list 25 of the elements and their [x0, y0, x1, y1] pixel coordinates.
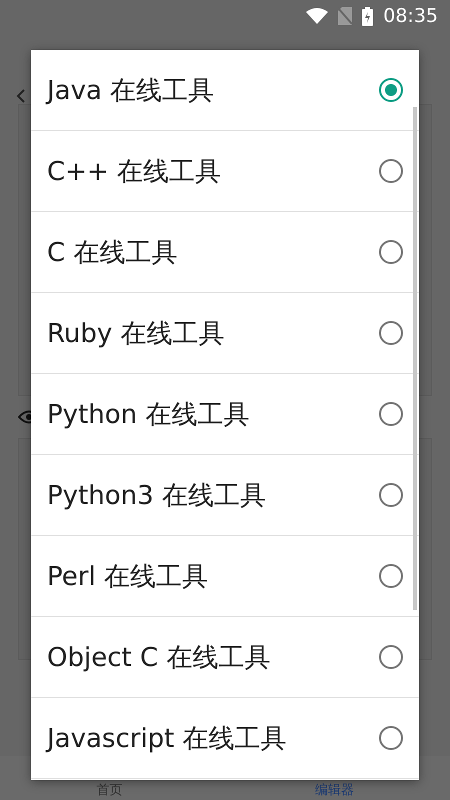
radio-button[interactable] [379, 645, 403, 669]
radio-button[interactable] [379, 726, 403, 750]
battery-charging-icon [362, 6, 374, 26]
language-option[interactable]: Object C 在线工具 [31, 617, 419, 698]
radio-button[interactable] [379, 564, 403, 588]
radio-button[interactable] [379, 240, 403, 264]
language-option[interactable]: Javascript 在线工具 [31, 698, 419, 779]
option-label: Python 在线工具 [47, 398, 250, 432]
option-label: Javascript 在线工具 [47, 722, 287, 756]
no-sim-icon [338, 7, 352, 25]
radio-button[interactable] [379, 402, 403, 426]
option-label: Ruby 在线工具 [47, 318, 225, 350]
option-label: Python3 在线工具 [47, 480, 266, 512]
status-time: 08:35 [383, 5, 438, 27]
option-label: C++ 在线工具 [47, 156, 221, 188]
option-label: Java 在线工具 [47, 74, 214, 108]
wifi-icon [306, 8, 328, 24]
option-label: Object C 在线工具 [47, 642, 270, 674]
radio-button[interactable] [379, 483, 403, 507]
back-icon[interactable] [16, 88, 26, 104]
radio-button[interactable] [379, 78, 403, 102]
radio-button[interactable] [379, 321, 403, 345]
option-label: Perl 在线工具 [47, 560, 208, 594]
option-label: C 在线工具 [47, 236, 178, 270]
radio-button[interactable] [379, 159, 403, 183]
